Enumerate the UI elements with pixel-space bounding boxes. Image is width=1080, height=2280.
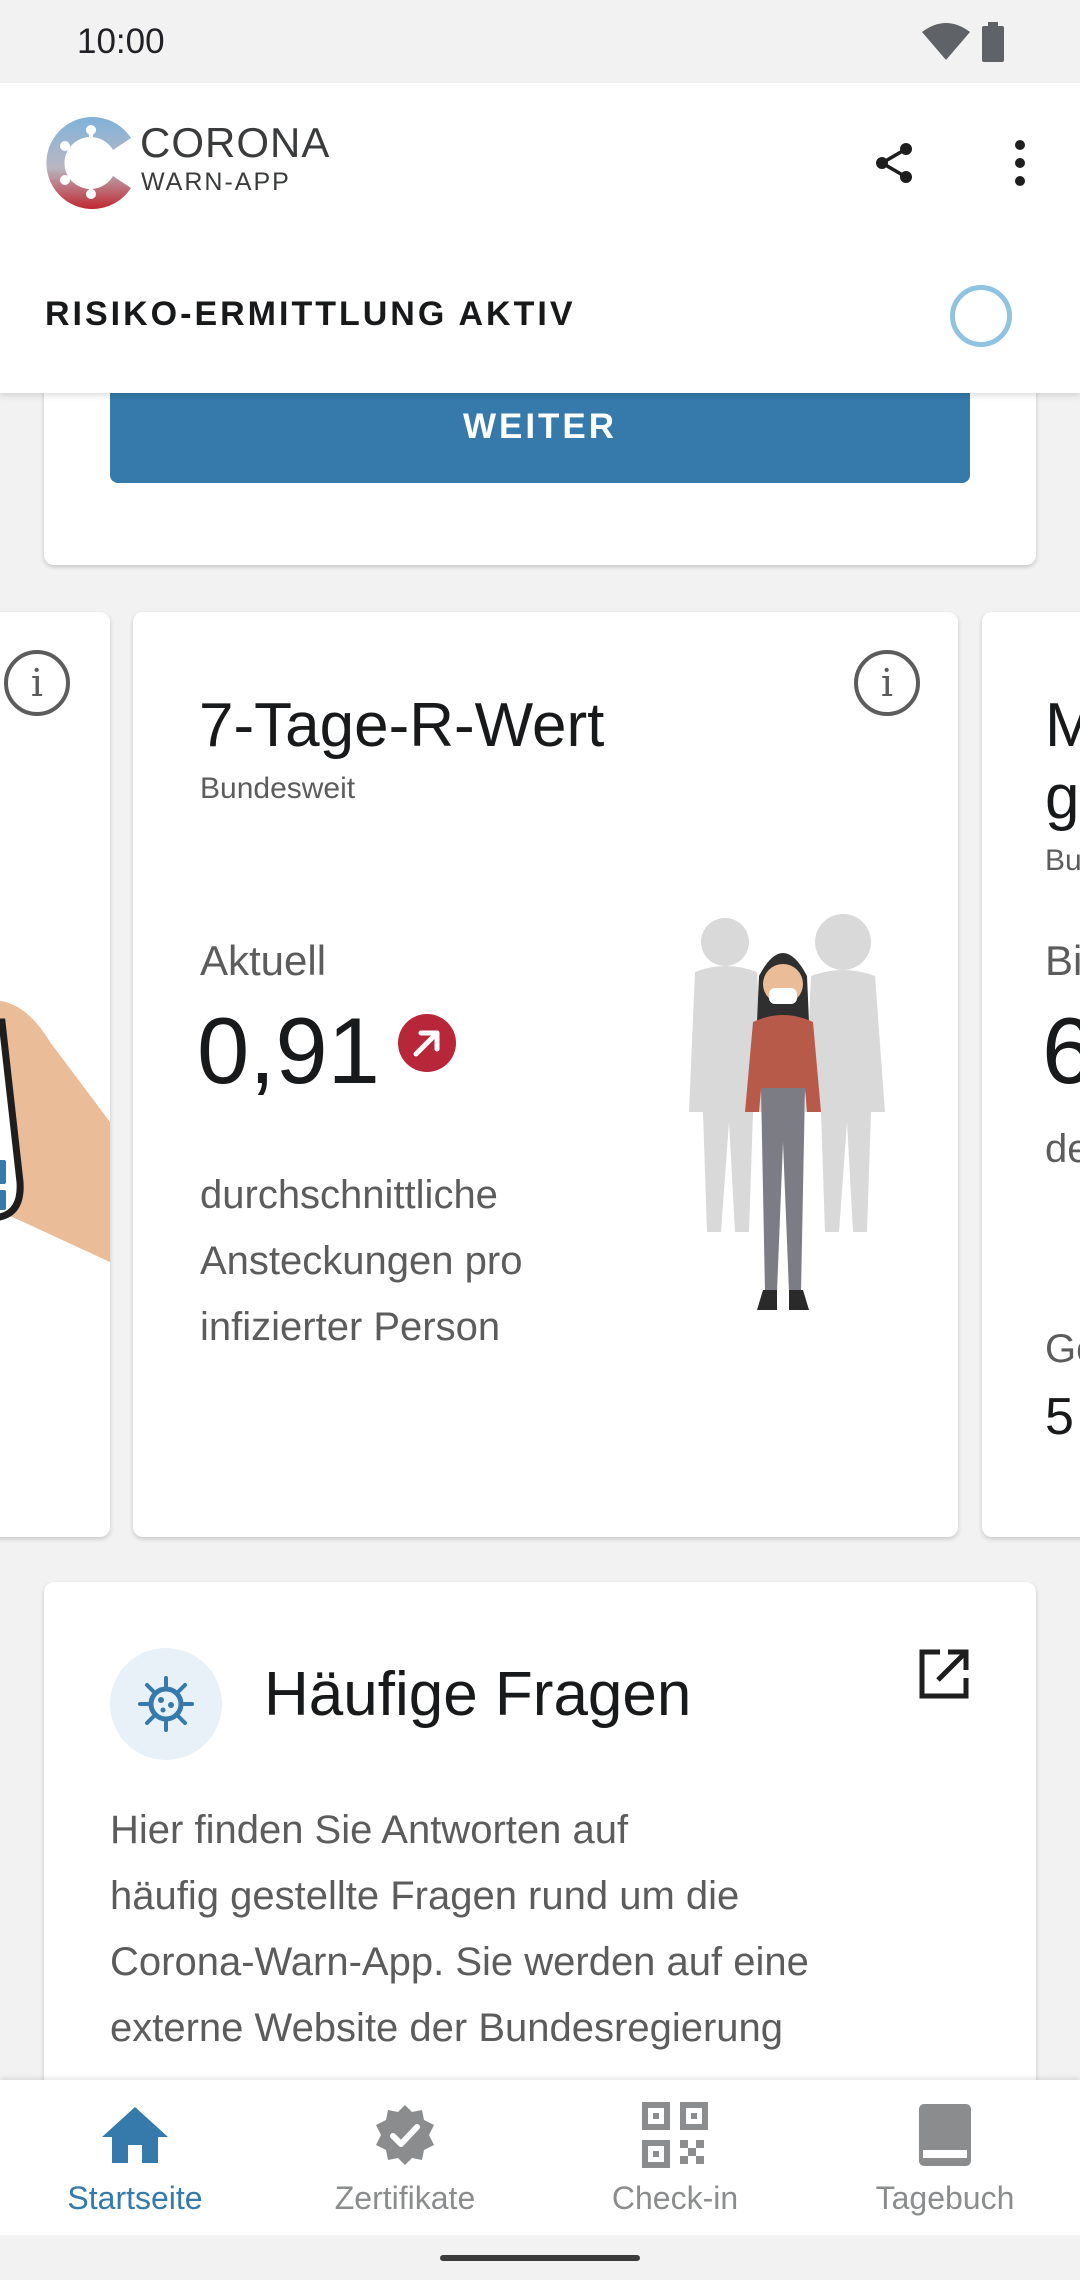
nav-label: Check-in (611, 2180, 739, 2216)
overflow-menu-button[interactable] (992, 135, 1048, 191)
description-line: Ansteckungen pro (200, 1239, 523, 1283)
loading-spinner-icon (950, 285, 1012, 347)
nav-item-check-in[interactable]: Check-in (540, 2080, 810, 2235)
nav-item-startseite[interactable]: Startseite (0, 2080, 270, 2235)
nav-item-tagebuch[interactable]: Tagebuch (810, 2080, 1080, 2235)
card-value-fragment: 6 (1042, 998, 1080, 1103)
statistics-card-r-value[interactable]: i 7-Tage-R-Wert Bundesweit Aktuell 0,91 … (133, 612, 958, 1537)
corona-warn-app-logo (46, 117, 131, 209)
battery-icon (982, 22, 1004, 62)
card-label-fragment: Bi (1045, 937, 1080, 984)
wifi-icon (922, 23, 970, 60)
nav-label: Tagebuch (875, 2180, 1015, 2216)
risk-status-title: RISIKO-ERMITTLUNG AKTIV (45, 295, 576, 333)
home-gesture-bar[interactable] (440, 2255, 640, 2261)
value-label: Aktuell (200, 937, 327, 984)
statistics-card-next[interactable]: M g Bu Bi 6 de Ge 5 (982, 612, 1080, 1537)
faq-title: Häufige Fragen (264, 1660, 692, 1729)
r-value: 0,91 (197, 998, 380, 1103)
card-subtitle-fragment: Bu (1045, 844, 1080, 877)
faq-description: Hier finden Sie Antworten auf häufig ges… (110, 1797, 970, 2061)
bottom-navigation: Startseite Zertifikate Check-in Tagebuch (0, 2080, 1080, 2235)
status-time: 10:00 (77, 22, 165, 61)
faq-text-line: Corona-Warn-App. Sie werden auf eine (110, 1940, 809, 1984)
card-value-fragment: 5 (1045, 1388, 1074, 1446)
faq-text-line: häufig gestellte Fragen rund um die (110, 1874, 740, 1918)
faq-card[interactable]: Häufige Fragen Hier finden Sie Antworten… (44, 1582, 1036, 2142)
card-title-fragment: M (1045, 691, 1080, 760)
card-title: 7-Tage-R-Wert (199, 691, 605, 760)
phone-hand-illustration (0, 1000, 110, 1262)
nav-item-zertifikate[interactable]: Zertifikate (270, 2080, 540, 2235)
card-subtitle: Bundesweit (200, 772, 356, 805)
info-icon[interactable]: i (4, 650, 70, 716)
card-label-fragment: Ge (1045, 1327, 1080, 1371)
certificate-icon (370, 2100, 440, 2170)
qr-code-icon (640, 2100, 710, 2170)
faq-text-line: externe Website der Bundesregierung (110, 2006, 784, 2050)
system-gesture-area (0, 2235, 1080, 2280)
people-illustration (689, 914, 885, 1310)
virus-icon (138, 1676, 194, 1732)
description-line: infizierter Person (200, 1305, 501, 1349)
faq-text-line: Hier finden Sie Antworten auf (110, 1808, 629, 1852)
card-title-fragment: g (1045, 763, 1080, 832)
home-icon (100, 2100, 170, 2170)
logo-text-warn-app: WARN-APP (141, 168, 291, 196)
nav-label: Zertifikate (334, 2180, 476, 2216)
trend-up-arrow-icon (398, 1014, 456, 1072)
more-vert-icon (1015, 140, 1025, 186)
statistics-card-previous[interactable]: i (0, 612, 110, 1537)
share-button[interactable] (866, 135, 922, 191)
diary-book-icon (910, 2100, 980, 2170)
external-link-icon[interactable] (916, 1646, 972, 1702)
card-description: durchschnittliche Ansteckungen pro infiz… (200, 1162, 620, 1360)
card-desc-fragment: de (1045, 1127, 1080, 1171)
info-icon[interactable]: i (854, 650, 920, 716)
app-bar: CORONA WARN-APP RISIKO-ERMITTLUNG AKTIV (0, 83, 1080, 393)
nav-label: Startseite (67, 2180, 203, 2216)
description-line: durchschnittliche (200, 1173, 498, 1217)
logo-text-corona: CORONA (140, 119, 331, 166)
status-bar: 10:00 (0, 0, 1080, 83)
share-icon (876, 143, 912, 183)
faq-icon-background (110, 1648, 222, 1760)
